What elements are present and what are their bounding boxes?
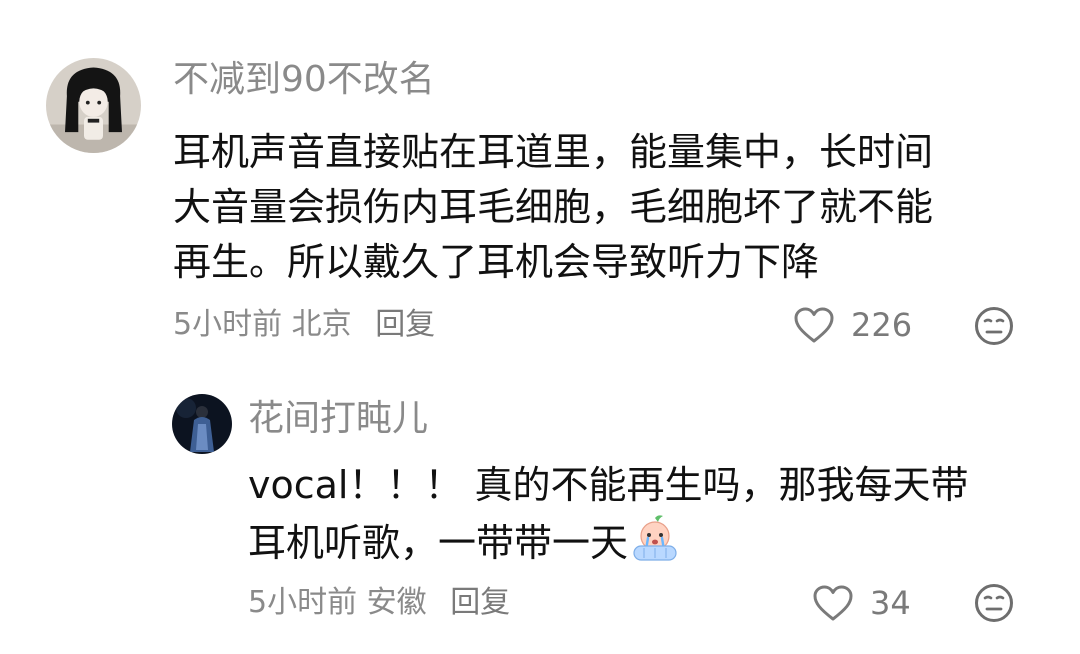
heart-outline-icon — [813, 585, 853, 621]
comment-meta: 5小时前 安徽 回复 — [248, 583, 510, 623]
comment-text-line: 耳机听歌，一带带一天 — [248, 514, 680, 576]
like-count: 34 — [870, 584, 911, 622]
avatar-girl-icon — [46, 58, 141, 153]
comment-location: 安徽 — [366, 585, 427, 620]
dislike-button[interactable] — [974, 583, 1014, 623]
comment-username[interactable]: 花间打盹儿 — [248, 397, 428, 441]
comment-text-line: 大音量会损伤内耳毛细胞，毛细胞坏了就不能 — [173, 185, 934, 229]
neutral-face-icon — [975, 307, 1013, 345]
like-button[interactable]: 226 — [793, 305, 912, 345]
neutral-face-icon — [975, 584, 1013, 622]
heart-outline-icon — [794, 307, 834, 343]
reply-button[interactable]: 回复 — [375, 307, 435, 342]
comment-time: 5小时前 — [248, 585, 358, 620]
like-button[interactable]: 34 — [812, 583, 911, 623]
comment-text-segment: 耳机听歌，一带带一天 — [248, 521, 629, 565]
dislike-button[interactable] — [974, 306, 1014, 346]
like-count: 226 — [851, 306, 913, 344]
reply-button[interactable]: 回复 — [450, 585, 510, 620]
comment-text-line: 耳机声音直接贴在耳道里，能量集中，长时间 — [173, 130, 934, 174]
comment-text-line: 再生。所以戴久了耳机会导致听力下降 — [173, 240, 820, 284]
comment-location: 北京 — [291, 307, 352, 342]
avatar[interactable] — [172, 394, 232, 454]
avatar-dark-figure-icon — [172, 394, 232, 454]
comment-text-line: vocal！！！ 真的不能再生吗，那我每天带 — [248, 463, 969, 507]
comment-time: 5小时前 — [173, 307, 283, 342]
comment-meta: 5小时前 北京 回复 — [173, 305, 435, 345]
avatar[interactable] — [46, 58, 141, 153]
crying-peach-emoji-icon — [630, 514, 680, 576]
comment-username[interactable]: 不减到90不改名 — [173, 58, 435, 102]
